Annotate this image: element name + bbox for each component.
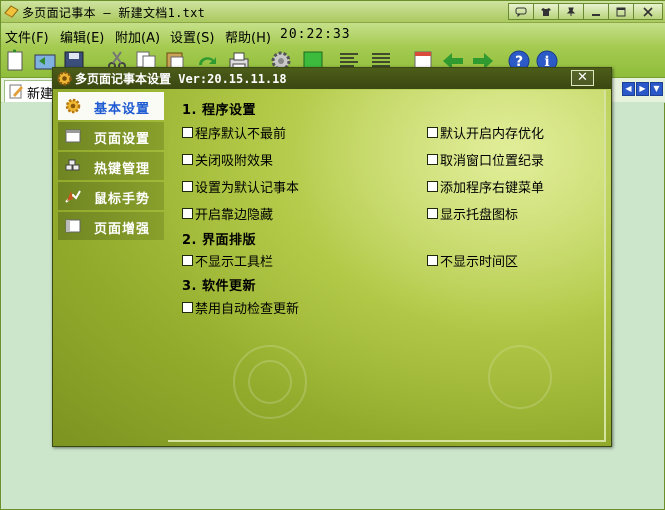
app-logo-icon — [4, 5, 19, 18]
section-heading-layout: 2. 界面排版 — [182, 233, 257, 248]
menu-addon[interactable]: 附加(A) — [115, 27, 160, 46]
gear-icon — [65, 98, 81, 114]
dialog-body: 基本设置 页面设置 热键管理 鼠标手势 页面增强 1. 程序设置 程序默认不最前… — [58, 90, 606, 442]
dialog-close-button[interactable]: ✕ — [571, 70, 594, 86]
nav-label: 页面增强 — [94, 222, 151, 237]
option-label: 显示托盘图标 — [440, 207, 519, 223]
menu-file[interactable]: 文件(F) — [5, 27, 49, 46]
tab-nav: ◀ ▶ ▼ — [622, 82, 663, 96]
checkbox[interactable] — [182, 126, 193, 138]
checkbox[interactable] — [427, 207, 438, 219]
tab-prev-icon[interactable]: ◀ — [622, 82, 635, 96]
checkbox[interactable] — [427, 180, 438, 192]
menu-edit[interactable]: 编辑(E) — [60, 27, 104, 46]
option-label: 取消窗口位置纪录 — [440, 153, 545, 169]
window-title: 多页面记事本 — 新建文档1.txt — [22, 6, 206, 20]
option-disable-auto-update[interactable]: 禁用自动检查更新 — [182, 299, 300, 317]
page-icon — [65, 129, 81, 143]
dialog-title: 多页面记事本设置 Ver:20.15.11.18 — [75, 72, 287, 86]
menu-settings[interactable]: 设置(S) — [170, 27, 214, 46]
nav-mouse-gesture[interactable]: 鼠标手势 — [58, 182, 164, 210]
tab-next-icon[interactable]: ▶ — [636, 82, 649, 96]
nav-page-settings[interactable]: 页面设置 — [58, 122, 164, 150]
tab-list-icon[interactable]: ▼ — [650, 82, 663, 96]
option-no-window-position[interactable]: 取消窗口位置纪录 — [427, 151, 545, 169]
option-label: 开启靠边隐藏 — [195, 207, 274, 223]
checkbox[interactable] — [427, 153, 438, 165]
menu-bar: 文件(F) 编辑(E) 附加(A) 设置(S) 帮助(H) 20:22:33 — [1, 23, 665, 46]
document-tab-label: 新建 — [27, 87, 54, 102]
settings-nav: 基本设置 页面设置 热键管理 鼠标手势 页面增强 — [58, 90, 166, 242]
clock-display: 20:22:33 — [280, 27, 351, 42]
option-label: 程序默认不最前 — [195, 126, 287, 142]
checkbox[interactable] — [182, 301, 193, 313]
menu-help[interactable]: 帮助(H) — [225, 27, 271, 46]
option-tray-icon[interactable]: 显示托盘图标 — [427, 205, 519, 223]
settings-dialog: 多页面记事本设置 Ver:20.15.11.18 ✕ 基本设置 页面设置 热键管… — [52, 67, 612, 447]
close-icon[interactable] — [633, 3, 663, 20]
dialog-gear-icon — [57, 71, 72, 86]
page-enhance-icon — [65, 219, 81, 233]
checkbox[interactable] — [182, 207, 193, 219]
checkbox[interactable] — [182, 180, 193, 192]
option-label: 不显示时间区 — [440, 254, 519, 270]
option-label: 关闭吸附效果 — [195, 153, 274, 169]
window-controls — [508, 3, 663, 20]
nav-label: 热键管理 — [94, 162, 151, 177]
minimize-icon[interactable] — [583, 3, 609, 20]
option-not-topmost[interactable]: 程序默认不最前 — [182, 124, 287, 142]
checkbox[interactable] — [427, 126, 438, 138]
dialog-title-bar: 多页面记事本设置 Ver:20.15.11.18 ✕ — [53, 68, 611, 89]
option-label: 禁用自动检查更新 — [195, 301, 300, 317]
settings-content: 1. 程序设置 程序默认不最前 默认开启内存优化 关闭吸附效果 取消窗口位置纪录 — [168, 90, 606, 442]
nav-label: 基本设置 — [94, 102, 151, 117]
checkbox[interactable] — [182, 254, 193, 266]
option-label: 设置为默认记事本 — [195, 180, 300, 196]
nav-basic-settings[interactable]: 基本设置 — [58, 92, 164, 120]
nav-page-enhance[interactable]: 页面增强 — [58, 212, 164, 240]
maximize-icon[interactable] — [608, 3, 634, 20]
section-heading-update: 3. 软件更新 — [182, 279, 257, 294]
option-disable-snap[interactable]: 关闭吸附效果 — [182, 151, 274, 169]
pin-icon[interactable] — [558, 3, 584, 20]
chat-icon[interactable] — [508, 3, 534, 20]
title-bar: 多页面记事本 — 新建文档1.txt — [1, 1, 665, 23]
checkbox[interactable] — [182, 153, 193, 165]
option-memory-optimize[interactable]: 默认开启内存优化 — [427, 124, 545, 142]
gesture-icon — [65, 190, 81, 203]
option-label: 默认开启内存优化 — [440, 126, 545, 142]
hotkey-icon — [65, 159, 80, 171]
option-edge-hide[interactable]: 开启靠边隐藏 — [182, 205, 274, 223]
nav-label: 鼠标手势 — [94, 192, 151, 207]
nav-hotkey-management[interactable]: 热键管理 — [58, 152, 164, 180]
option-default-notepad[interactable]: 设置为默认记事本 — [182, 178, 300, 196]
option-hide-clock[interactable]: 不显示时间区 — [427, 252, 519, 270]
new-file-icon[interactable] — [4, 49, 28, 73]
option-label: 不显示工具栏 — [195, 254, 274, 270]
edit-doc-icon — [9, 84, 23, 99]
option-context-menu[interactable]: 添加程序右键菜单 — [427, 178, 545, 196]
option-label: 添加程序右键菜单 — [440, 180, 545, 196]
app-window: 多页面记事本 — 新建文档1.txt 文件(F) 编辑(E) 附加(A) 设置(… — [0, 0, 665, 510]
section-heading-program: 1. 程序设置 — [182, 103, 257, 118]
option-hide-toolbar[interactable]: 不显示工具栏 — [182, 252, 274, 270]
nav-label: 页面设置 — [94, 132, 151, 147]
checkbox[interactable] — [427, 254, 438, 266]
shirt-icon[interactable] — [533, 3, 559, 20]
